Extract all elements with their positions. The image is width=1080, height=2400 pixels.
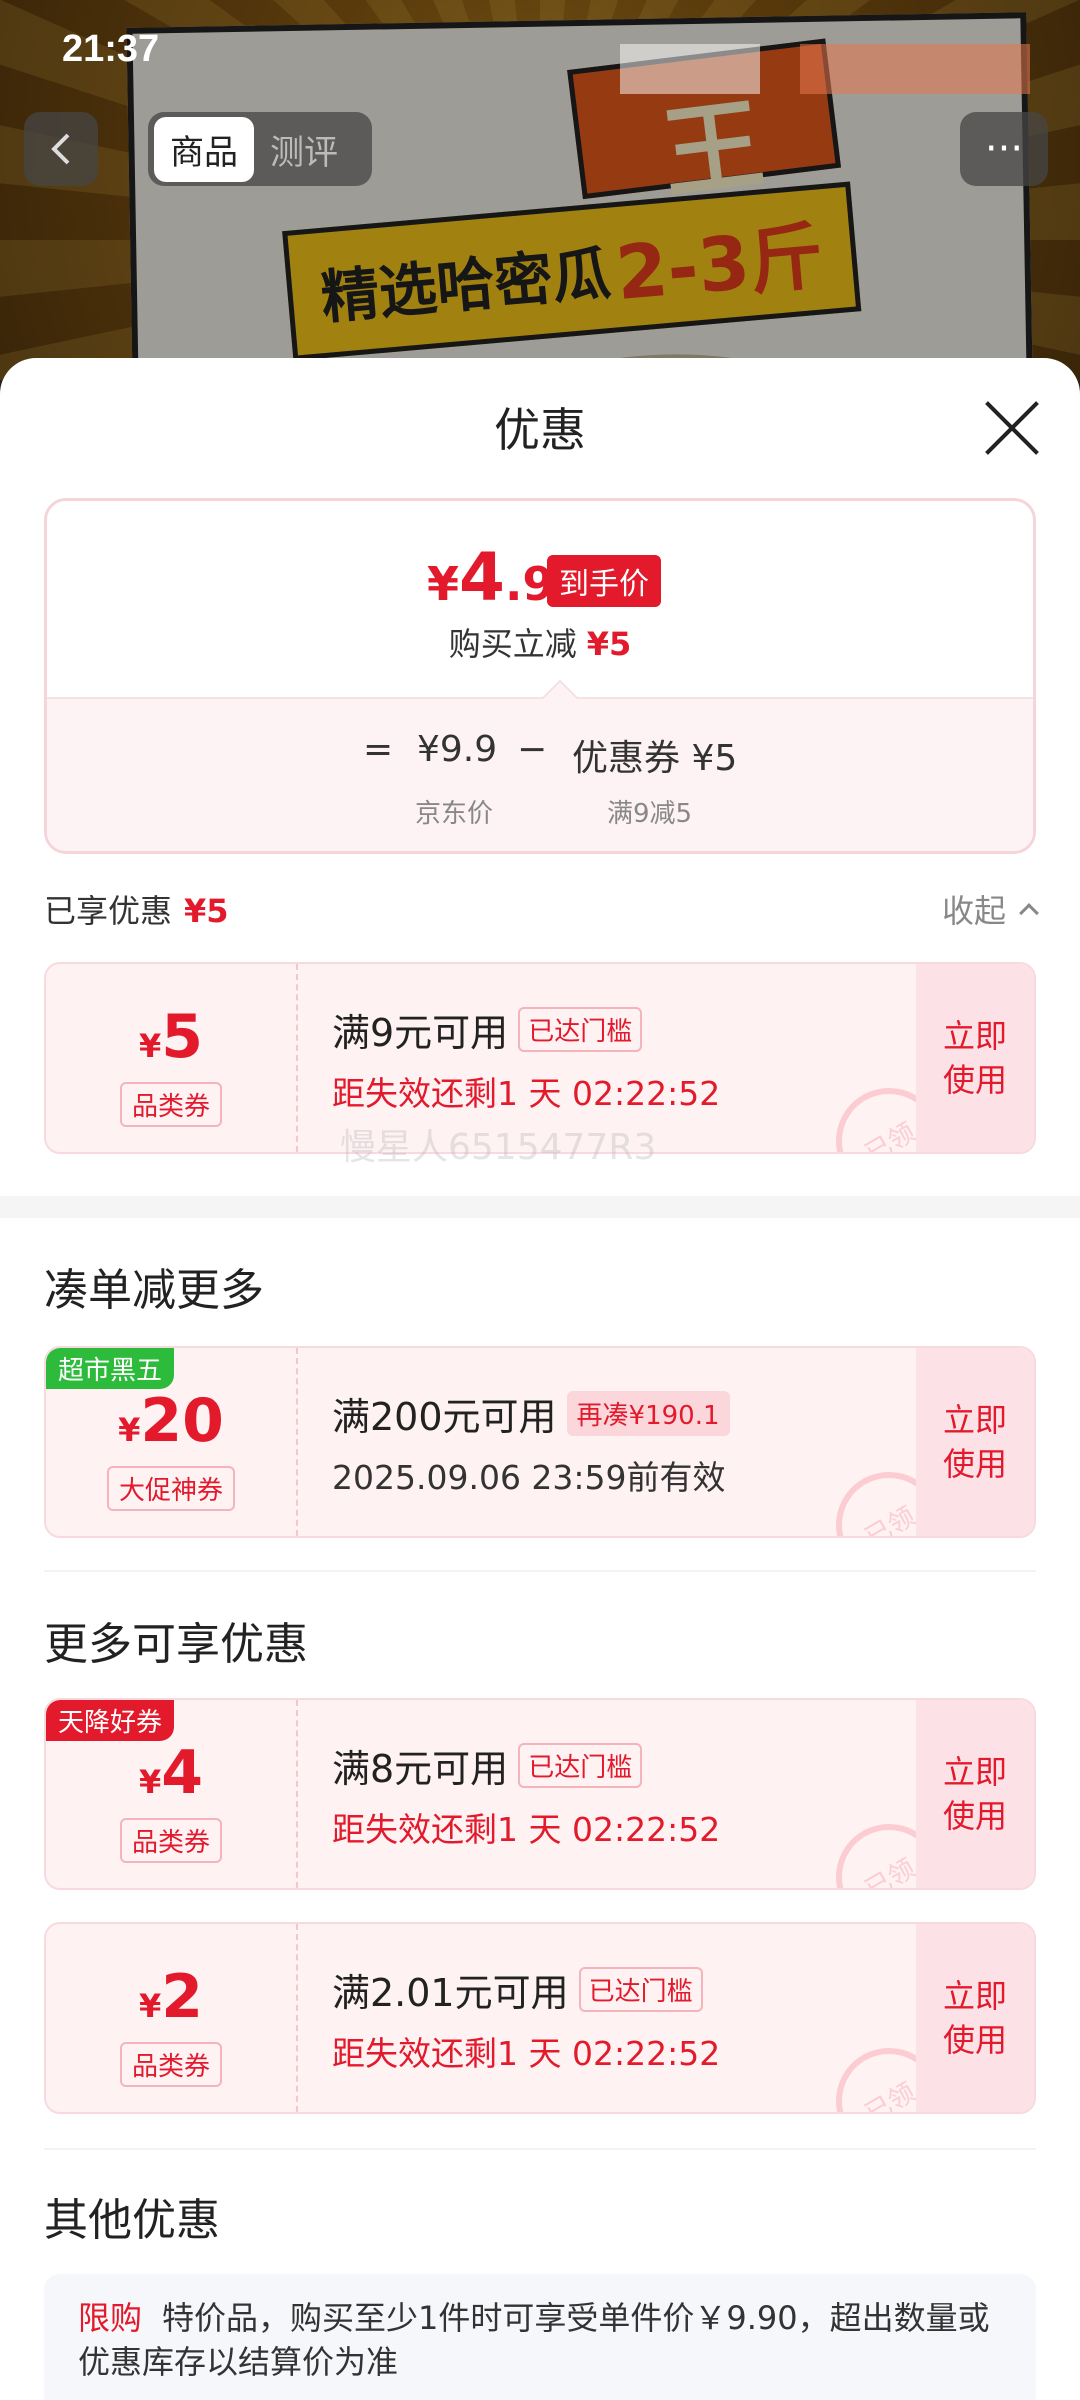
coupon-info: 满8元可用 已达门槛 距失效还剩1 天 02:22:52: [332, 1738, 720, 1851]
coupon-value-area: ¥20 大促神券: [46, 1348, 298, 1536]
coupon-condition: 满200元可用 再凑¥190.1: [332, 1386, 730, 1441]
applied-discount-row: 已享优惠 ¥5 收起: [44, 886, 1039, 936]
discount-sheet: 优惠 ¥ 4 .9 到手价 购买立减 ¥5 = ¥9.9 − 优惠券 ¥5 京东价…: [0, 358, 1080, 2400]
coupon-type: 大促神券: [106, 1466, 236, 1511]
coupon-expiry: 距失效还剩1 天 02:22:52: [332, 1074, 721, 1113]
coupon-type: 品类券: [119, 1082, 223, 1127]
chevron-up-icon: [1019, 903, 1039, 923]
collapse-button[interactable]: 收起: [941, 886, 1039, 932]
final-price: ¥ 4 .9: [427, 539, 554, 616]
coupon-yen: ¥: [138, 1027, 162, 1065]
use-now-button[interactable]: 立即使用: [916, 1924, 1034, 2112]
tab-review[interactable]: 测评: [254, 117, 354, 182]
coupon-amount: ¥2: [46, 1962, 296, 2032]
close-icon[interactable]: [984, 400, 1040, 456]
tab-product[interactable]: 商品: [154, 116, 254, 182]
jd-price-label: 京东价: [415, 799, 494, 829]
coupon-yen: ¥: [118, 1411, 141, 1449]
top-tabs: 商品 测评: [148, 112, 372, 186]
limit-text: 特价品，购买至少1件时可享受单件价￥9.90，超出数量或优惠库存以结算价为准: [78, 2299, 990, 2381]
reduce-label: 购买立减: [448, 625, 577, 663]
coupon-rule: 满9减5: [607, 799, 693, 829]
coupon-amount-number: 5: [161, 1002, 203, 1072]
coupon-type: 品类券: [119, 1818, 223, 1863]
divider: [44, 2148, 1036, 2150]
product-backdrop: 王 精选哈密瓜 2-3斤 21:37 商品 测评 ···: [0, 0, 1080, 380]
use-now-button[interactable]: 立即使用: [916, 1700, 1034, 1888]
coupon-value-area: ¥5 品类券: [46, 964, 298, 1152]
coupon-condition-text: 满8元可用: [332, 1747, 509, 1791]
coupon-condition: 满8元可用 已达门槛: [332, 1738, 720, 1793]
coupon-amount: ¥20: [46, 1386, 296, 1456]
coupon-condition: 满9元可用 已达门槛: [332, 1002, 720, 1057]
coupon-value-area: ¥4 品类券: [46, 1700, 298, 1888]
coupon-condition-text: 满200元可用: [332, 1395, 557, 1439]
coupon-condition-text: 满9元可用: [332, 1011, 509, 1055]
sheet-title: 优惠: [494, 403, 586, 457]
coupon-value-area: ¥2 品类券: [46, 1924, 298, 2112]
use-now-label: 立即使用: [942, 1017, 1007, 1099]
applied-amount: ¥5: [184, 892, 229, 930]
coupon-amount: ¥4: [46, 1738, 296, 1808]
applied-label: 已享优惠 ¥5: [44, 886, 229, 932]
add-more-tag: 再凑¥190.1: [566, 1391, 730, 1436]
use-now-button[interactable]: 立即使用: [916, 1348, 1034, 1536]
back-arrow-icon: [51, 133, 70, 165]
price-summary: ¥ 4 .9 到手价 购买立减 ¥5 = ¥9.9 − 优惠券 ¥5 京东价 满9…: [44, 498, 1036, 854]
reduce-amount: ¥5: [586, 625, 632, 663]
coupon-info: 满200元可用 再凑¥190.1 2025.09.06 23:59前有效: [332, 1386, 730, 1499]
section-title-other: 其他优惠: [44, 2195, 220, 2246]
back-button[interactable]: [24, 112, 98, 186]
coupon-type: 品类券: [119, 2042, 223, 2087]
purchase-limit-note: 限购 特价品，购买至少1件时可享受单件价￥9.90，超出数量或优惠库存以结算价为准: [44, 2274, 1036, 2400]
coupon-amount-number: 20: [140, 1386, 224, 1456]
coupon-condition-text: 满2.01元可用: [332, 1971, 569, 2015]
coupon-yen: ¥: [138, 1987, 162, 2025]
coupon-card: ¥2 品类券 满2.01元可用 已达门槛 距失效还剩1 天 02:22:52 已领…: [44, 1922, 1036, 2114]
section-title-more: 更多可享优惠: [44, 1619, 308, 1670]
final-price-yen: ¥: [427, 557, 460, 611]
limit-label: 限购: [78, 2299, 143, 2337]
blurred-region: [620, 44, 760, 94]
coupon-info: 满2.01元可用 已达门槛 距失效还剩1 天 02:22:52: [332, 1962, 720, 2075]
final-price-tag: 到手价: [547, 555, 661, 607]
coupon-card: 超市黑五 ¥20 大促神券 满200元可用 再凑¥190.1 2025.09.06…: [44, 1346, 1036, 1538]
use-now-button[interactable]: 立即使用: [916, 964, 1034, 1152]
blurred-region: [800, 44, 1030, 94]
reduce-line: 购买立减 ¥5: [47, 619, 1033, 665]
equals-sign: =: [363, 729, 394, 770]
section-gap: [0, 1196, 1080, 1218]
coupon-condition: 满2.01元可用 已达门槛: [332, 1962, 720, 2017]
watermark: 慢星人6515477R3: [340, 1127, 657, 1168]
coupon-expiry: 距失效还剩1 天 02:22:52: [332, 2034, 721, 2073]
use-now-label: 立即使用: [942, 1977, 1007, 2059]
coupon-card: 天降好券 ¥4 品类券 满8元可用 已达门槛 距失效还剩1 天 02:22:52 …: [44, 1698, 1036, 1890]
threshold-tag: 已达门槛: [518, 1743, 643, 1788]
coupon-expiry: 2025.09.06 23:59前有效: [332, 1458, 726, 1497]
divider: [44, 1570, 1036, 1572]
section-title-bundle: 凑单减更多: [44, 1265, 264, 1316]
coupon-expiry: 距失效还剩1 天 02:22:52: [332, 1810, 721, 1849]
minus-sign: −: [517, 729, 548, 770]
threshold-tag: 已达门槛: [518, 1007, 643, 1052]
more-icon[interactable]: ···: [960, 112, 1048, 186]
coupon-amount-number: 4: [161, 1738, 203, 1808]
coupon-amount: ¥5: [46, 1002, 296, 1072]
coupon-yen: ¥: [138, 1763, 162, 1801]
coupon-info: 满9元可用 已达门槛 距失效还剩1 天 02:22:52: [332, 1002, 720, 1115]
final-price-int: 4: [459, 539, 505, 616]
coupon-deduction: 优惠券 ¥5: [572, 738, 738, 779]
threshold-tag: 已达门槛: [578, 1967, 703, 2012]
applied-label-text: 已享优惠: [44, 892, 173, 930]
use-now-label: 立即使用: [942, 1401, 1007, 1483]
use-now-label: 立即使用: [942, 1753, 1007, 1835]
status-time: 21:37: [62, 28, 160, 70]
coupon-amount-number: 2: [161, 1962, 203, 2032]
collapse-label: 收起: [941, 892, 1006, 930]
price-breakdown: = ¥9.9 − 优惠券 ¥5 京东价 满9减5: [47, 697, 1033, 851]
jd-price: ¥9.9: [417, 729, 498, 770]
